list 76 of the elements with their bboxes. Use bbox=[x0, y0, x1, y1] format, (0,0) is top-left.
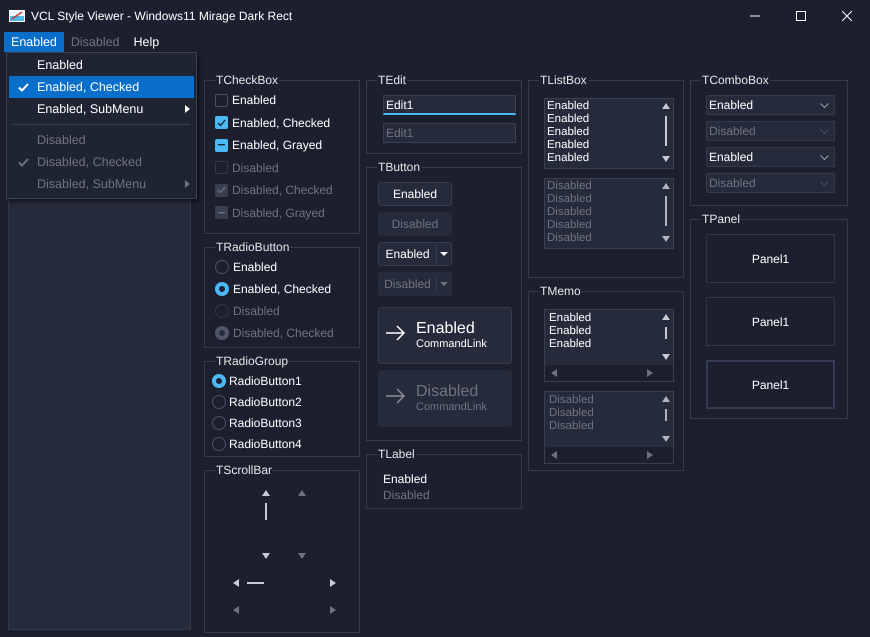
combo-box[interactable]: Enabled bbox=[706, 147, 835, 167]
radio-button[interactable] bbox=[212, 374, 226, 388]
chevron-icon bbox=[820, 128, 828, 134]
memo-field[interactable]: Enabled Enabled Enabled bbox=[544, 309, 674, 382]
checkbox-label: Disabled bbox=[232, 160, 279, 175]
maximize-icon bbox=[796, 11, 806, 21]
radio-button[interactable] bbox=[212, 394, 226, 408]
group-title: TListBox bbox=[539, 73, 588, 87]
memo-line: Enabled bbox=[549, 325, 592, 338]
caret-icon bbox=[440, 282, 448, 286]
group-title: TMemo bbox=[539, 284, 582, 298]
menu-item[interactable]: Enabled bbox=[9, 54, 194, 76]
arrow-icon bbox=[386, 388, 406, 404]
panel-caption: Panel1 bbox=[752, 252, 790, 266]
radio-label: RadioButton1 bbox=[229, 374, 302, 388]
radio-label: RadioButton3 bbox=[229, 416, 302, 430]
group-title: TScrollBar bbox=[215, 463, 274, 477]
list-box[interactable]: Enabled Enabled Enabled Enabled Enabled bbox=[544, 98, 674, 169]
menu-item[interactable]: Help bbox=[126, 32, 166, 52]
radio-label: Disabled, Checked bbox=[233, 326, 334, 340]
label-text: Disabled bbox=[383, 487, 431, 503]
split-button[interactable]: Enabled bbox=[378, 242, 452, 266]
arrow-icon bbox=[386, 325, 406, 341]
checkbox[interactable] bbox=[215, 138, 228, 152]
radio-button[interactable] bbox=[215, 260, 229, 274]
group-title: TRadioButton bbox=[215, 240, 290, 254]
list-item[interactable]: Enabled bbox=[547, 113, 657, 126]
radio-button[interactable] bbox=[212, 436, 226, 450]
group-title: TRadioGroup bbox=[215, 354, 290, 368]
input-field[interactable]: Edit1 bbox=[383, 95, 516, 115]
radio-label: RadioButton2 bbox=[229, 394, 302, 408]
caret-icon bbox=[440, 252, 448, 256]
checkbox-label: Enabled, Checked bbox=[232, 116, 330, 130]
chevron-icon bbox=[820, 154, 828, 160]
group-title: TLabel bbox=[377, 447, 416, 461]
radio-label: RadioButton4 bbox=[229, 436, 302, 450]
radio-label: Enabled, Checked bbox=[233, 282, 332, 296]
checkbox-label: Enabled, Grayed bbox=[232, 138, 322, 152]
radio-button[interactable] bbox=[212, 416, 226, 430]
chevron-icon bbox=[820, 180, 828, 186]
menu-item[interactable]: Enabled, Checked bbox=[9, 76, 194, 98]
memo-line: Disabled bbox=[549, 394, 595, 407]
radio-label: Enabled bbox=[233, 260, 278, 274]
list-item[interactable]: Enabled bbox=[547, 100, 657, 113]
combo-box[interactable]: Enabled bbox=[706, 95, 835, 115]
panel-caption: Panel1 bbox=[752, 378, 790, 392]
memo-line: Enabled bbox=[549, 312, 592, 325]
list-item[interactable]: Enabled bbox=[547, 152, 657, 165]
checkbox-label: Disabled, Checked bbox=[232, 183, 333, 198]
group-title: TPanel bbox=[701, 212, 742, 226]
panel-caption: Panel1 bbox=[752, 314, 790, 328]
close-icon bbox=[842, 11, 852, 21]
scrollbar-drawing[interactable] bbox=[545, 365, 673, 381]
checkbox-label: Disabled, Grayed bbox=[232, 206, 325, 220]
group-title: TButton bbox=[377, 160, 422, 174]
group-title: TComboBox bbox=[701, 73, 770, 87]
radio-button[interactable] bbox=[215, 282, 229, 296]
chevron-icon bbox=[820, 102, 828, 108]
push-button[interactable]: Enabled bbox=[378, 182, 452, 206]
checkbox-label: Enabled bbox=[232, 93, 276, 108]
checkbox[interactable] bbox=[215, 94, 228, 107]
list-item[interactable]: Enabled bbox=[547, 126, 657, 139]
group-title: TEdit bbox=[377, 73, 408, 87]
command-link-button[interactable]: Enabled CommandLink bbox=[378, 307, 512, 364]
radio-label: Disabled bbox=[233, 304, 280, 318]
window-title: VCL Style Viewer - Windows11 Mirage Dark Rect bbox=[31, 9, 294, 23]
group-title: TCheckBox bbox=[215, 73, 280, 87]
memo-line: Enabled bbox=[549, 338, 592, 351]
checkbox[interactable] bbox=[215, 116, 228, 130]
app-icon bbox=[9, 10, 25, 22]
menu-item[interactable]: Enabled bbox=[4, 32, 64, 52]
memo-line: Disabled bbox=[549, 407, 595, 420]
list-item[interactable]: Enabled bbox=[547, 139, 657, 152]
label-text: Enabled bbox=[383, 471, 428, 487]
menu-item[interactable]: Enabled, SubMenu bbox=[9, 98, 194, 120]
memo-line: Disabled bbox=[549, 420, 595, 433]
